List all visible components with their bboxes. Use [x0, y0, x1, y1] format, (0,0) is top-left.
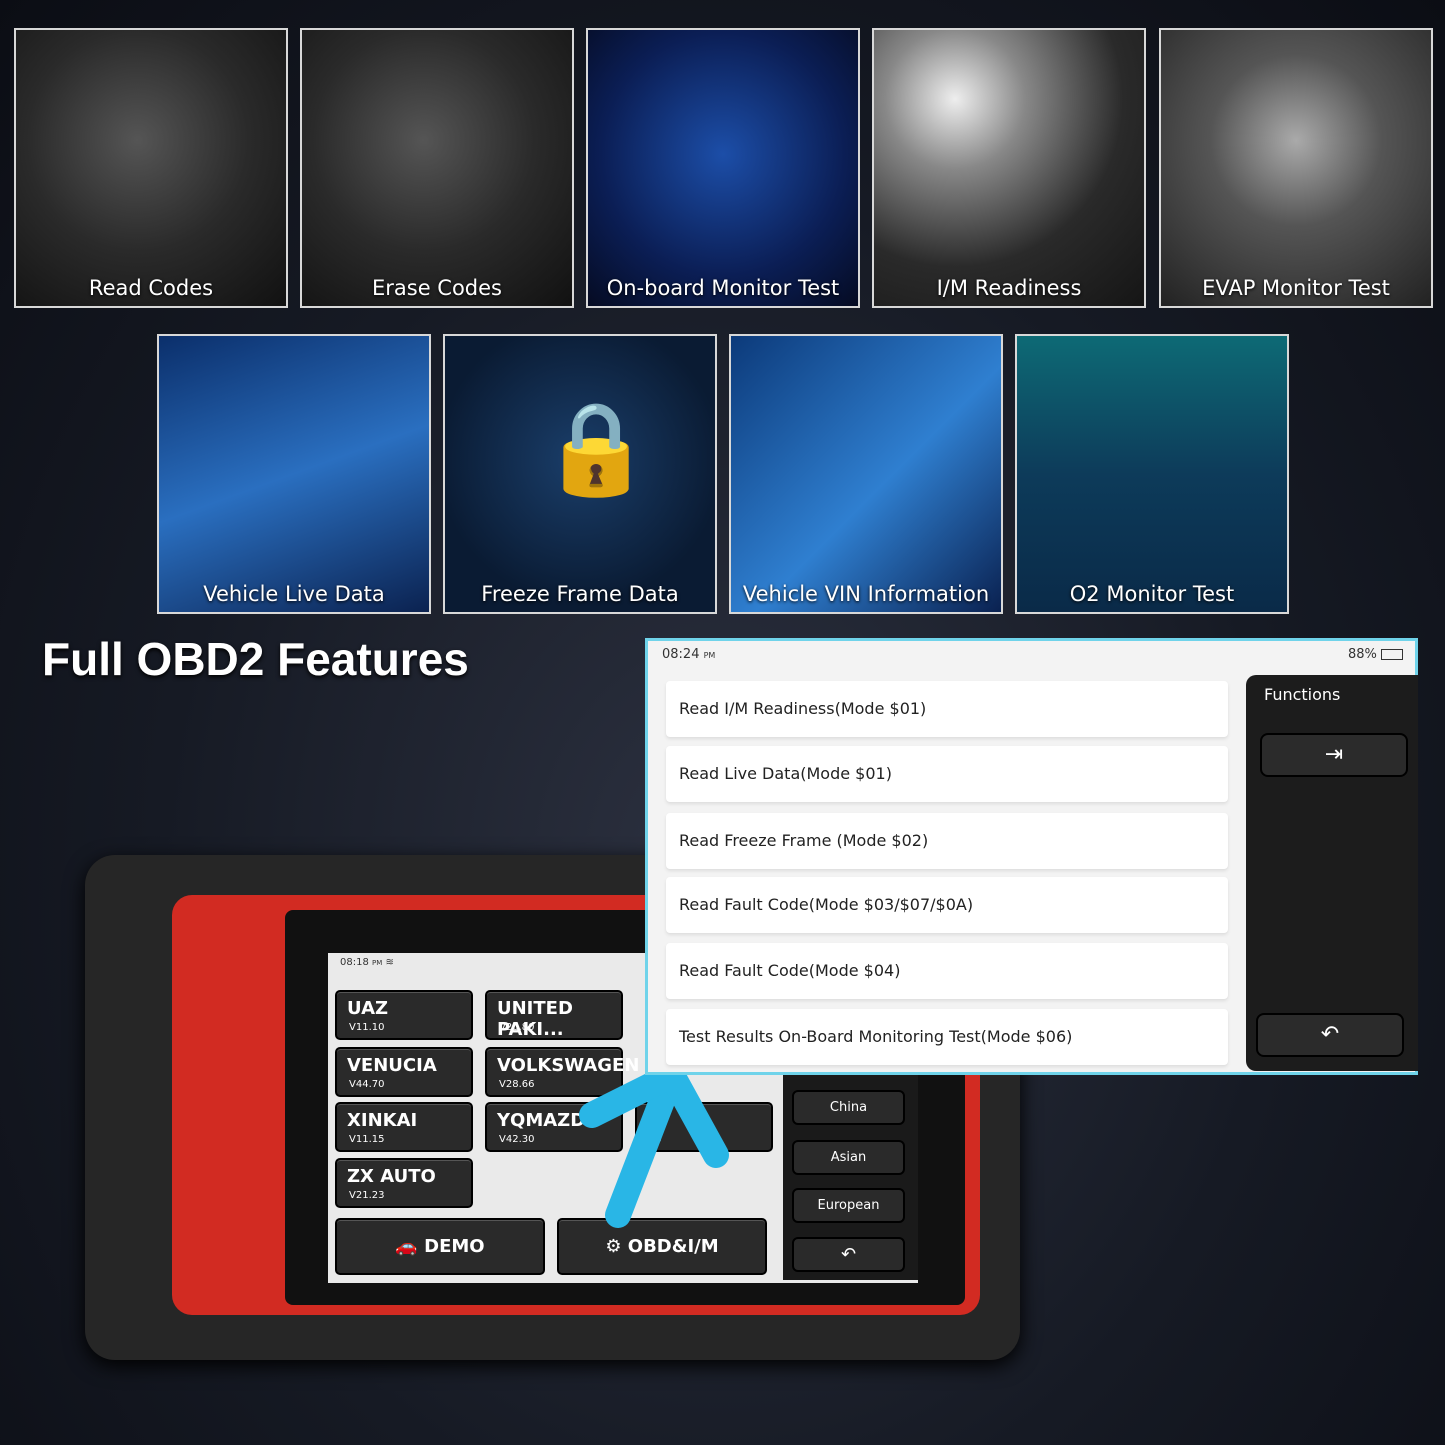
menu-item[interactable]: Test Results On-Board Monitoring Test(Mo…: [666, 1009, 1228, 1065]
menu-item[interactable]: Read I/M Readiness(Mode $01): [666, 681, 1228, 737]
functions-title: Functions: [1264, 685, 1341, 704]
back-icon: ↶: [1320, 1022, 1340, 1047]
menu-item[interactable]: Read Fault Code(Mode $03/$07/$0A): [666, 877, 1228, 933]
battery-icon: [1381, 649, 1403, 660]
menu-item[interactable]: Read Freeze Frame (Mode $02): [666, 813, 1228, 869]
exit-button[interactable]: ⇥: [1260, 733, 1408, 777]
menu-item[interactable]: Read Live Data(Mode $01): [666, 746, 1228, 802]
popup-time: 08:24: [662, 647, 700, 662]
popup-ampm: PM: [703, 651, 716, 660]
back-button[interactable]: ↶: [1256, 1013, 1404, 1057]
exit-icon: ⇥: [1324, 742, 1344, 767]
battery-level: 88%: [1347, 647, 1377, 662]
obd-function-popup: 08:24 PM 88% Read I/M Readiness(Mode $01…: [645, 638, 1418, 1075]
menu-item[interactable]: Read Fault Code(Mode $04): [666, 943, 1228, 999]
functions-panel: Functions ⇥ ↶: [1246, 675, 1418, 1071]
